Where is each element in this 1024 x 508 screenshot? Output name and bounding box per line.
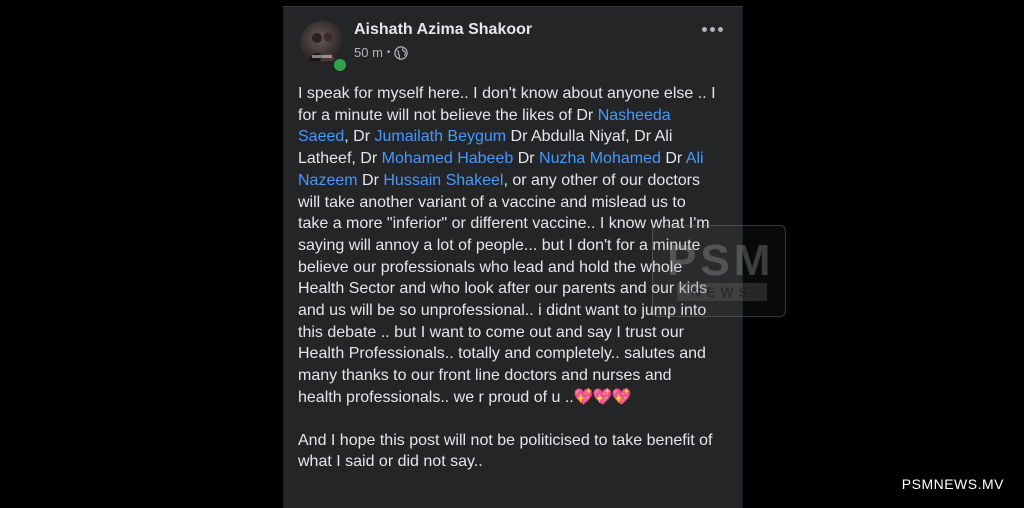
author-name[interactable]: Aishath Azima Shakoor: [354, 21, 532, 39]
post-timestamp[interactable]: 50 m: [354, 45, 383, 60]
watermark-sub: NEWS: [677, 283, 767, 301]
text-segment: , or any other of our doctors will take …: [298, 171, 710, 406]
text-segment: Dr: [660, 150, 686, 168]
mention-link[interactable]: Nuzha Mohamed: [539, 150, 661, 167]
post-paragraph: And I hope this post will not be politic…: [298, 431, 713, 471]
text-segment: Dr: [513, 150, 540, 168]
globe-icon[interactable]: [394, 45, 409, 60]
mention-link[interactable]: Mohamed Habeeb: [382, 150, 514, 167]
post-meta: 50 m •: [354, 45, 409, 60]
text-segment: , Dr: [344, 128, 375, 146]
site-label: PSMNEWS.MV: [901, 476, 1004, 492]
watermark-brand: PSM: [667, 236, 775, 285]
more-dot: [717, 26, 723, 32]
more-dot: [701, 26, 707, 32]
more-options-icon[interactable]: [697, 21, 727, 37]
mention-link[interactable]: Hussain Shakeel: [383, 172, 503, 189]
meta-separator: •: [386, 47, 391, 58]
more-dot: [709, 26, 715, 32]
psm-news-watermark: PSM NEWS: [652, 225, 786, 317]
sparkling-heart-emoji: 💖💖💖: [573, 388, 632, 406]
online-status-dot: [332, 57, 348, 73]
mention-link[interactable]: Jumailath Beygum: [374, 128, 506, 145]
text-segment: Dr: [357, 171, 384, 189]
